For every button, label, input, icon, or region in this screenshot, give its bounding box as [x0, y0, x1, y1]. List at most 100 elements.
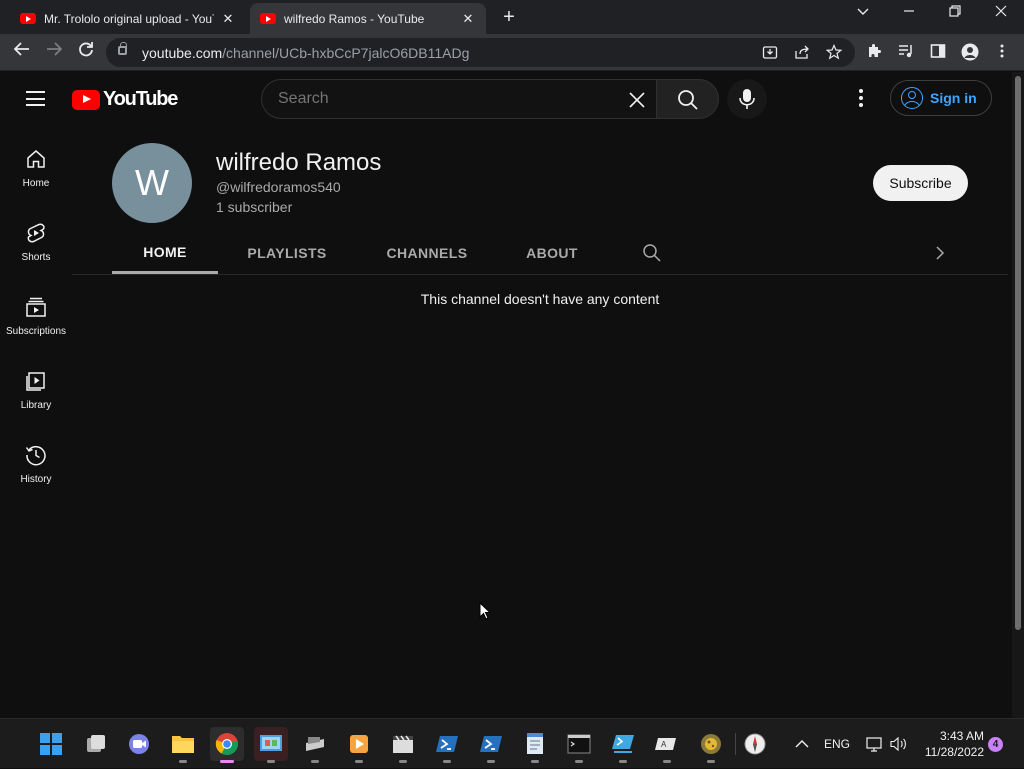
shorts-icon: [27, 223, 45, 243]
scrollbar-thumb[interactable]: [1015, 76, 1021, 630]
account-icon: [901, 87, 923, 109]
tab-close-icon[interactable]: ✕: [460, 11, 476, 27]
youtube-logo[interactable]: YouTube: [72, 88, 178, 111]
notepad-button[interactable]: [518, 727, 552, 763]
browser-tab-channel[interactable]: wilfredo Ramos - YouTube ✕: [250, 3, 486, 34]
tab-home[interactable]: HOME: [112, 232, 218, 274]
install-app-icon[interactable]: [761, 44, 779, 62]
search-input[interactable]: [278, 90, 608, 108]
network-icon[interactable]: [866, 719, 884, 769]
page-scrollbar[interactable]: [1012, 72, 1024, 718]
powershell-ise-icon: [612, 735, 634, 753]
notepad-icon: [527, 733, 543, 754]
guide-label: Home: [22, 178, 50, 189]
profile-icon[interactable]: [960, 43, 980, 63]
compass-icon: [744, 733, 766, 755]
tab-playlists[interactable]: PLAYLISTS: [234, 232, 340, 274]
url-text: youtube.com/channel/UCb-hxbCcP7jalcO6DB1…: [142, 45, 470, 61]
settings-menu-icon[interactable]: [850, 89, 872, 111]
subscribe-button[interactable]: Subscribe: [873, 165, 968, 201]
tab-title: Mr. Trololo original upload - YouT: [44, 11, 214, 26]
language-indicator[interactable]: ENG: [824, 719, 850, 769]
guide-label: Subscriptions: [5, 326, 67, 337]
clock-date: 11/28/2022: [924, 745, 984, 759]
guide-item-library[interactable]: Library: [0, 350, 72, 424]
chrome-button[interactable]: [210, 727, 244, 763]
task-view-button[interactable]: [79, 727, 113, 761]
library-icon: [26, 372, 45, 391]
reload-button[interactable]: [74, 40, 98, 64]
powershell-button[interactable]: [430, 727, 464, 763]
search-icon: [678, 90, 698, 110]
clapperboard-button[interactable]: [386, 727, 420, 763]
empty-state-message: This channel doesn't have any content: [420, 291, 660, 307]
guide-item-home[interactable]: Home: [0, 128, 72, 202]
subscriber-count: 1 subscriber: [216, 199, 293, 215]
clear-search-icon[interactable]: [628, 91, 646, 109]
search-button[interactable]: [656, 79, 719, 119]
file-explorer-button[interactable]: [166, 727, 200, 763]
chevron-right-icon[interactable]: [932, 244, 948, 262]
powershell-ise-button[interactable]: [606, 727, 640, 763]
microphone-icon: [739, 89, 755, 109]
bookmark-star-icon[interactable]: [825, 44, 843, 62]
forward-button[interactable]: [42, 40, 66, 64]
powershell-button-2[interactable]: [474, 727, 508, 763]
youtube-favicon-icon: [260, 13, 276, 24]
tab-search-chevron-icon[interactable]: [848, 4, 878, 21]
minimize-button[interactable]: [894, 4, 924, 21]
browser-tab-trololo[interactable]: Mr. Trololo original upload - YouT ✕: [10, 3, 246, 34]
remote-desktop-button[interactable]: A: [650, 727, 684, 763]
voice-search-button[interactable]: [727, 79, 767, 119]
youtube-page: YouTube Sign in Home: [0, 72, 1012, 718]
terminal-icon: [567, 734, 591, 754]
cheese-app-button[interactable]: [694, 727, 728, 763]
channel-avatar[interactable]: W: [112, 143, 192, 223]
guide-item-shorts[interactable]: Shorts: [0, 202, 72, 276]
show-hidden-icons-icon[interactable]: [794, 719, 810, 769]
restore-button[interactable]: [940, 4, 970, 21]
side-panel-icon[interactable]: [928, 43, 948, 63]
tab-title: wilfredo Ramos - YouTube: [284, 11, 425, 26]
compass-app-button[interactable]: [738, 727, 772, 761]
cheese-icon: [701, 734, 721, 754]
terminal-button[interactable]: [562, 727, 596, 763]
address-bar[interactable]: youtube.com/channel/UCb-hxbCcP7jalcO6DB1…: [106, 38, 855, 67]
share-icon[interactable]: [793, 44, 811, 62]
channel-tabs: HOME PLAYLISTS CHANNELS ABOUT: [72, 232, 1008, 275]
file-explorer-icon: [172, 736, 194, 753]
new-tab-button[interactable]: +: [498, 6, 520, 29]
taskbar-clock[interactable]: 3:43 AM 11/28/2022: [918, 728, 984, 760]
tab-close-icon[interactable]: ✕: [220, 11, 236, 27]
lock-icon[interactable]: [118, 42, 127, 55]
back-button[interactable]: [10, 40, 34, 64]
teams-icon: [129, 734, 149, 754]
channel-search-icon[interactable]: [642, 243, 662, 263]
guide-item-subscriptions[interactable]: Subscriptions: [0, 276, 72, 350]
teams-button[interactable]: [122, 727, 156, 761]
close-window-button[interactable]: [986, 4, 1016, 21]
extensions-icon[interactable]: [864, 43, 884, 63]
media-player-icon: [350, 735, 368, 753]
channel-name: wilfredo Ramos: [216, 149, 382, 176]
subscriptions-icon: [26, 297, 46, 317]
windows-taskbar: A ENG 3:43 AM 11/28/2022 4: [0, 718, 1024, 768]
scanner-button[interactable]: [298, 727, 332, 763]
notification-badge[interactable]: 4: [988, 737, 1003, 752]
volume-icon[interactable]: [890, 719, 908, 769]
browser-menu-icon[interactable]: [992, 43, 1012, 63]
sign-in-button[interactable]: Sign in: [890, 80, 992, 116]
tab-about[interactable]: ABOUT: [506, 232, 598, 274]
start-icon: [40, 733, 62, 755]
guide-item-history[interactable]: History: [0, 424, 72, 498]
guide-menu-icon[interactable]: [26, 91, 45, 106]
media-player-button[interactable]: [342, 727, 376, 763]
media-control-icon[interactable]: [896, 43, 916, 63]
search-box[interactable]: [261, 79, 656, 119]
youtube-favicon-icon: [20, 13, 36, 24]
control-panel-button[interactable]: [254, 727, 288, 763]
browser-toolbar: youtube.com/channel/UCb-hxbCcP7jalcO6DB1…: [0, 34, 1024, 71]
start-button[interactable]: [34, 727, 68, 761]
tab-channels[interactable]: CHANNELS: [374, 232, 480, 274]
sign-in-label: Sign in: [930, 90, 977, 106]
